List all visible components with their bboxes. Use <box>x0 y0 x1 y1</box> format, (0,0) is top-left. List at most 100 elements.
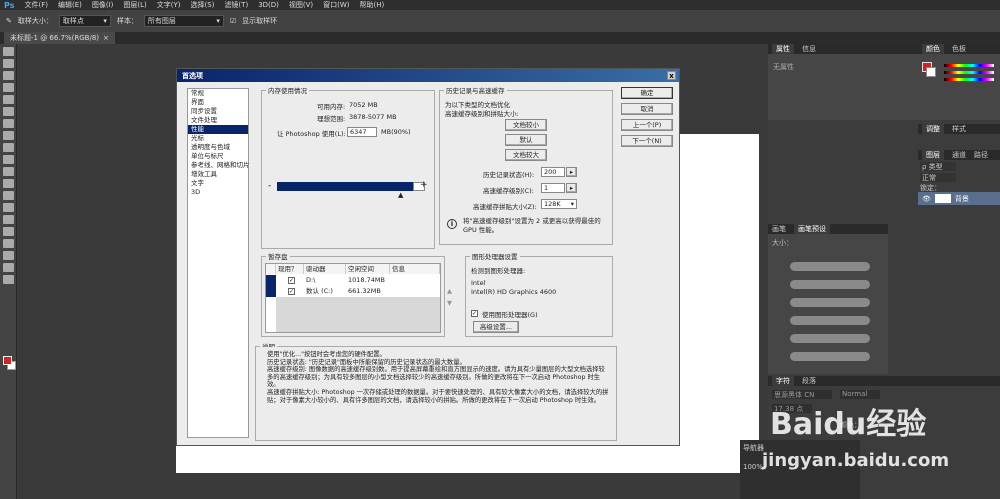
document-tab[interactable]: 未标题-1 @ 66.7%(RGB/8) × <box>4 32 115 44</box>
eyedropper-tool-icon[interactable] <box>2 107 14 116</box>
tab-paragraph[interactable]: 段落 <box>802 376 816 386</box>
history-brush-tool-icon[interactable] <box>2 155 14 164</box>
eraser-tool-icon[interactable] <box>2 167 14 176</box>
blur-tool-icon[interactable] <box>2 191 14 200</box>
tab-adjustments[interactable]: 调整 <box>922 124 944 134</box>
category-3d[interactable]: 3D <box>188 188 248 197</box>
tile-size-select[interactable]: 128K ▾ <box>541 199 577 209</box>
brush-stroke-preview[interactable] <box>790 280 870 289</box>
brush-stroke-preview[interactable] <box>790 298 870 307</box>
table-row[interactable]: ✓ 数认 (C:) 661.32MB <box>266 286 440 297</box>
menu-3d[interactable]: 3D(D) <box>258 1 279 9</box>
healing-tool-icon[interactable] <box>2 119 14 128</box>
tab-styles[interactable]: 样式 <box>952 124 966 134</box>
ok-button[interactable]: 确定 <box>621 87 673 99</box>
type-tool-icon[interactable] <box>2 227 14 236</box>
close-icon[interactable]: x <box>667 71 676 80</box>
default-button[interactable]: 默认 <box>505 134 547 146</box>
color-slider-b[interactable] <box>944 78 994 81</box>
layer-row[interactable]: 👁 背景 <box>918 192 1000 205</box>
small-docs-button[interactable]: 文档较小 <box>505 119 547 131</box>
active-checkbox[interactable]: ✓ <box>288 277 295 284</box>
font-style-select[interactable]: Normal <box>840 390 880 399</box>
photoshop-use-input[interactable]: 6347 <box>347 127 377 137</box>
cache-levels-arrow-icon[interactable]: ▸ <box>566 183 577 193</box>
eyedropper-icon[interactable]: ✎ <box>6 17 12 25</box>
tab-brush[interactable]: 画笔 <box>772 224 786 234</box>
tab-channels[interactable]: 通道 <box>952 150 966 160</box>
category-transparency[interactable]: 透明度与色域 <box>188 143 248 152</box>
path-select-tool-icon[interactable] <box>2 239 14 248</box>
quick-select-tool-icon[interactable] <box>2 83 14 92</box>
sample-select[interactable]: 所有图层 ▾ <box>143 15 224 27</box>
history-states-arrow-icon[interactable]: ▸ <box>566 167 577 177</box>
category-file-handling[interactable]: 文件处理 <box>188 116 248 125</box>
category-type[interactable]: 文字 <box>188 179 248 188</box>
sample-size-select[interactable]: 取样点 ▾ <box>58 15 111 27</box>
cancel-button[interactable]: 取消 <box>621 103 673 115</box>
brush-stroke-preview[interactable] <box>790 352 870 361</box>
tab-paths[interactable]: 路径 <box>974 150 988 160</box>
large-docs-button[interactable]: 文档较大 <box>505 149 547 161</box>
memory-slider-fill[interactable] <box>277 182 413 191</box>
dodge-tool-icon[interactable] <box>2 203 14 212</box>
tab-brush-presets[interactable]: 画笔预设 <box>794 224 830 234</box>
zoom-tool-icon[interactable] <box>2 275 14 284</box>
pen-tool-icon[interactable] <box>2 215 14 224</box>
move-tool-icon[interactable] <box>2 47 14 56</box>
blend-mode-select[interactable]: 正常 <box>920 173 956 182</box>
brush-stroke-preview[interactable] <box>790 262 870 271</box>
category-units[interactable]: 单位与标尺 <box>188 152 248 161</box>
eye-icon[interactable]: 👁 <box>922 195 931 203</box>
font-family-select[interactable]: 思源黑体 CN <box>772 390 832 399</box>
tab-color[interactable]: 颜色 <box>922 44 944 54</box>
menu-type[interactable]: 文字(Y) <box>157 0 181 10</box>
shape-tool-icon[interactable] <box>2 251 14 260</box>
move-down-icon[interactable]: ▼ <box>447 299 452 307</box>
table-row[interactable]: ✓ D:\ 1018.74MB <box>266 275 440 286</box>
menu-view[interactable]: 视图(V) <box>289 0 313 10</box>
tab-swatches[interactable]: 色板 <box>952 44 966 54</box>
hand-tool-icon[interactable] <box>2 263 14 272</box>
lasso-tool-icon[interactable] <box>2 71 14 80</box>
tab-properties[interactable]: 属性 <box>772 44 794 54</box>
menu-window[interactable]: 窗口(W) <box>323 0 349 10</box>
category-plugins[interactable]: 增效工具 <box>188 170 248 179</box>
gradient-tool-icon[interactable] <box>2 179 14 188</box>
category-general[interactable]: 常规 <box>188 89 248 98</box>
tab-info[interactable]: 信息 <box>802 44 816 54</box>
menu-edit[interactable]: 编辑(E) <box>58 0 82 10</box>
color-slider-r[interactable] <box>944 64 994 67</box>
show-ring-checkbox[interactable]: ☑ <box>230 17 236 25</box>
category-cursors[interactable]: 光标 <box>188 134 248 143</box>
color-bg-swatch[interactable] <box>926 67 936 77</box>
close-icon[interactable]: × <box>103 34 109 42</box>
menu-image[interactable]: 图像(I) <box>92 0 114 10</box>
menu-select[interactable]: 选择(S) <box>191 0 215 10</box>
next-button[interactable]: 下一个(N) <box>621 135 673 147</box>
cache-levels-input[interactable]: 1 <box>541 183 565 193</box>
use-gpu-checkbox[interactable]: ✓ <box>471 310 478 317</box>
tab-layers[interactable]: 图层 <box>922 150 944 160</box>
category-sync[interactable]: 同步设置 <box>188 107 248 116</box>
category-performance[interactable]: 性能 <box>188 125 248 134</box>
layer-kind-filter[interactable]: ρ 类型 <box>920 162 956 171</box>
foreground-color-swatch[interactable] <box>3 356 12 365</box>
color-slider-g[interactable] <box>944 71 994 74</box>
move-up-icon[interactable]: ▲ <box>447 287 452 295</box>
slider-handle-icon[interactable]: ▲ <box>398 191 403 199</box>
marquee-tool-icon[interactable] <box>2 59 14 68</box>
active-checkbox[interactable]: ✓ <box>288 288 295 295</box>
tab-character[interactable]: 字符 <box>772 376 794 386</box>
brush-stroke-preview[interactable] <box>790 316 870 325</box>
category-guides[interactable]: 参考线、网格和切片 <box>188 161 250 170</box>
advanced-settings-button[interactable]: 高级设置... <box>473 321 519 333</box>
menu-layer[interactable]: 图层(L) <box>123 0 146 10</box>
menu-filter[interactable]: 滤镜(T) <box>224 0 248 10</box>
brush-tool-icon[interactable] <box>2 131 14 140</box>
brush-stroke-preview[interactable] <box>790 334 870 343</box>
previous-button[interactable]: 上一个(P) <box>621 119 673 131</box>
menu-file[interactable]: 文件(F) <box>24 0 48 10</box>
history-states-input[interactable]: 200 <box>541 167 565 177</box>
crop-tool-icon[interactable] <box>2 95 14 104</box>
